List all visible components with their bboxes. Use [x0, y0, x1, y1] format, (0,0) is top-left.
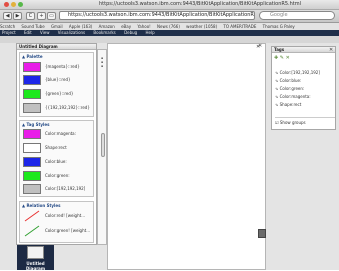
- url-input[interactable]: https://uctools3.watson.ibm.com:9443/Bit…: [59, 11, 255, 20]
- tag-style-swatch[interactable]: [23, 157, 41, 167]
- diagram-canvas[interactable]: ✕: [107, 43, 266, 270]
- tag-style-swatch[interactable]: [23, 184, 41, 194]
- bookmark-item[interactable]: Amazon: [99, 24, 115, 29]
- relation-styles-section-title[interactable]: ▲ Relation Styles: [22, 203, 60, 208]
- tag-item-label: Color:magenta:: [279, 94, 311, 99]
- bookmark-item[interactable]: TO AMERITRADE: [223, 24, 256, 29]
- panel-title: Untitled Diagram: [17, 44, 96, 50]
- tag-style-swatch[interactable]: [23, 129, 41, 139]
- add-tag-icon[interactable]: ✚: [274, 55, 278, 61]
- bookmark-item[interactable]: Yahoo!: [137, 24, 150, 29]
- tag-style-label: Color:[192,192,192]: [45, 186, 86, 191]
- relation-line-icon[interactable]: [24, 210, 40, 222]
- tag-style-label: Color:green:: [45, 173, 70, 178]
- delete-tag-icon[interactable]: ✕: [286, 55, 290, 61]
- tags-title: Tags: [272, 47, 335, 53]
- tags-panel: Tags ✕ ✚ ✎ ✕ ⇘ Color:[192,192,192] ⇘ Col…: [271, 46, 336, 130]
- bookmark-item[interactable]: weather (1058): [186, 24, 217, 29]
- tag-item[interactable]: ⇘ Color:[192,192,192]: [275, 69, 335, 77]
- bookmarks-bar: Scratch Sound Tube Gmail Apple (163) Ama…: [0, 23, 339, 30]
- palette-swatch[interactable]: [23, 89, 41, 99]
- tags-list: ⇘ Color:[192,192,192] ⇘ Color:blue: ⇘ Co…: [275, 69, 335, 109]
- palette-swatch[interactable]: [23, 103, 41, 113]
- tag-item-label: Color:green:: [279, 86, 305, 91]
- menu-bookmarks[interactable]: Bookmarks: [93, 30, 115, 35]
- relation-styles-section: ▲ Relation Styles Color:red! [weight... …: [19, 201, 94, 243]
- close-icon[interactable]: ✕: [329, 47, 333, 53]
- menu-help[interactable]: Help: [146, 30, 155, 35]
- menu-project[interactable]: Project: [2, 30, 16, 35]
- palette-section-label: Palette: [26, 54, 43, 59]
- tag-style-swatch[interactable]: [23, 171, 41, 181]
- show-groups-row: ☑ Show groups: [275, 117, 335, 126]
- tag-styles-section-title[interactable]: ▲ Tag Styles: [22, 122, 50, 127]
- palette-section-title[interactable]: ▲ Palette: [22, 54, 43, 59]
- tag-styles-section: ▲ Tag Styles Color:magenta: Shape:rect C…: [19, 120, 94, 197]
- add-bookmark-button[interactable]: +: [37, 12, 46, 20]
- palette-section: ▲ Palette {magenta}::red} {blue}::red} {…: [19, 52, 94, 117]
- relation-style-label: Color:red! [weight...: [45, 213, 86, 218]
- tab-strip: [0, 36, 339, 43]
- bookmark-item[interactable]: News (766): [157, 24, 180, 29]
- show-groups-label: Show groups: [279, 120, 306, 125]
- relation-line-icon[interactable]: [24, 225, 40, 237]
- tag-item[interactable]: ⇘ Shape:rect: [275, 101, 335, 109]
- tag-style-label: Shape:rect: [45, 145, 67, 150]
- tag-style-swatch[interactable]: [23, 143, 41, 153]
- close-icon[interactable]: ✕: [258, 43, 262, 49]
- tag-item-label: Color:[192,192,192]: [279, 70, 320, 75]
- bookmarks-icon[interactable]: ▭: [47, 12, 56, 20]
- menu-edit[interactable]: Edit: [24, 30, 32, 35]
- tag-item[interactable]: ⇘ Color:blue:: [275, 77, 335, 85]
- reload-button[interactable]: C: [26, 12, 35, 20]
- tags-toolbar: ✚ ✎ ✕: [274, 55, 290, 61]
- tag-item-label: Shape:rect: [279, 102, 302, 107]
- bookmark-item[interactable]: Apple (163): [69, 24, 92, 29]
- forward-button[interactable]: ▶: [13, 12, 22, 20]
- edit-tag-icon[interactable]: ✎: [280, 55, 284, 61]
- tag-style-label: Color:blue:: [45, 159, 67, 164]
- menu-view[interactable]: View: [40, 30, 50, 35]
- thumbnail-preview: [27, 246, 44, 259]
- palette-swatch[interactable]: [23, 75, 41, 85]
- menu-debug[interactable]: Debug: [124, 30, 137, 35]
- tag-styles-section-label: Tag Styles: [26, 122, 50, 127]
- diagram-thumbnail[interactable]: Untitled Diagram: [17, 245, 54, 271]
- bookmark-item[interactable]: eBay: [121, 24, 131, 29]
- palette-swatch-label: {{192,192,192}::red}: [45, 105, 90, 110]
- zoom-window-button[interactable]: [18, 2, 23, 7]
- search-input[interactable]: Google: [259, 11, 335, 20]
- bookmark-item[interactable]: Scratch: [0, 24, 15, 29]
- relation-style-label: Color:green! [weight...: [45, 228, 91, 233]
- tag-item-label: Color:blue:: [279, 78, 302, 83]
- tag-item[interactable]: ⇘ Color:green:: [275, 85, 335, 93]
- close-window-button[interactable]: [4, 2, 9, 7]
- browser-toolbar: ◀ ▶ C + ▭ https://uctools3.watson.ibm.co…: [0, 10, 339, 23]
- tag-style-label: Color:magenta:: [45, 131, 76, 136]
- palette-swatch-label: {green}::red}: [45, 91, 74, 96]
- window-title: https://uctools3.watson.ibm.com:9443/Bit…: [98, 1, 302, 7]
- bookmark-item[interactable]: Gmail: [51, 24, 63, 29]
- trash-icon[interactable]: [258, 229, 266, 238]
- tools-label: ▪▪▪: [100, 56, 104, 68]
- show-groups-checkbox[interactable]: ☑: [275, 120, 279, 125]
- bookmark-item[interactable]: Sound Tube: [21, 24, 44, 29]
- palette-swatch-label: {blue}::red}: [45, 77, 71, 82]
- relation-styles-section-label: Relation Styles: [26, 203, 61, 208]
- tag-item[interactable]: ⇘ Color:magenta:: [275, 93, 335, 101]
- menu-visualizations[interactable]: Visualizations: [58, 30, 85, 35]
- back-button[interactable]: ◀: [3, 12, 12, 20]
- palette-swatch-label: {magenta}::red}: [45, 64, 80, 69]
- palette-panel: Untitled Diagram ▲ Palette {magenta}::re…: [16, 43, 97, 245]
- minimize-window-button[interactable]: [11, 2, 16, 7]
- bookmark-item[interactable]: Thomas G Paley: [263, 24, 295, 29]
- window-titlebar: https://uctools3.watson.ibm.com:9443/Bit…: [0, 0, 339, 10]
- palette-swatch[interactable]: [23, 62, 41, 72]
- splitter-handle[interactable]: [101, 133, 105, 157]
